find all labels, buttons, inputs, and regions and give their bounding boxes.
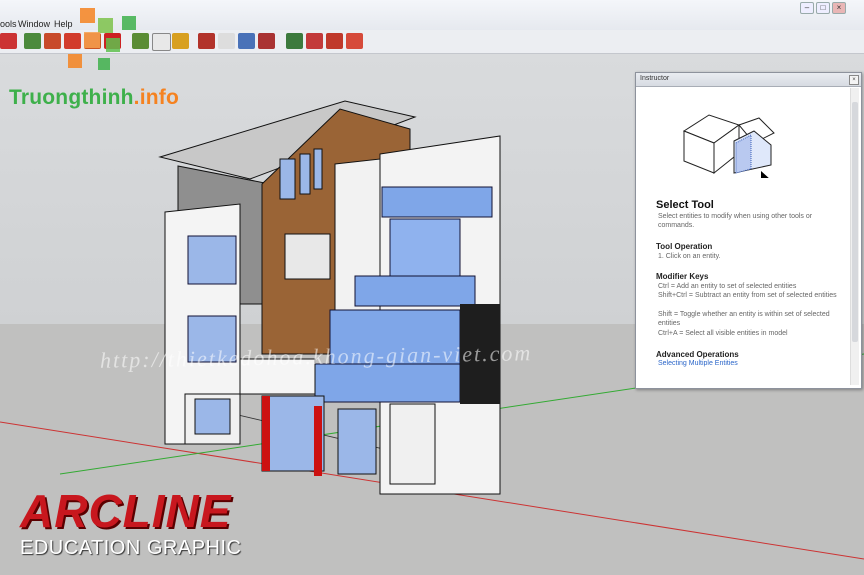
next-view-icon[interactable] bbox=[306, 33, 323, 49]
tool-title: Select Tool bbox=[656, 199, 714, 211]
zoom-extents-icon[interactable] bbox=[258, 33, 275, 49]
glass-balcony-mid bbox=[354, 275, 476, 307]
close-button[interactable]: × bbox=[832, 2, 846, 14]
instructor-close-button[interactable]: × bbox=[849, 75, 859, 85]
pan-icon[interactable] bbox=[218, 33, 235, 49]
orbit-icon[interactable] bbox=[0, 33, 17, 49]
red-column-left bbox=[262, 396, 270, 471]
modifier-keys-heading: Modifier Keys bbox=[656, 272, 709, 281]
ground-right-window bbox=[337, 408, 377, 475]
text-icon[interactable] bbox=[152, 33, 171, 51]
instructor-content: Select Tool Select entities to modify wh… bbox=[639, 88, 848, 385]
instructor-titlebar: Instructor × bbox=[636, 73, 861, 87]
slit-window-3 bbox=[313, 148, 323, 190]
arcline-title: ARCLINE bbox=[20, 485, 232, 537]
zoom-icon[interactable] bbox=[238, 33, 255, 49]
select-tool-illustration-icon bbox=[682, 114, 775, 178]
tool-description: Select entities to modify when using oth… bbox=[658, 213, 813, 229]
arcline-subtitle: EDUCATION GRAPHIC bbox=[20, 537, 242, 559]
advanced-operations-heading: Advanced Operations bbox=[656, 350, 739, 359]
maximize-button[interactable]: □ bbox=[816, 2, 830, 14]
glass-railing-low bbox=[314, 363, 461, 403]
menu-window[interactable]: Window bbox=[18, 19, 50, 29]
instructor-panel: Instructor × Select Tool Select entities… bbox=[635, 72, 862, 389]
minimize-button[interactable]: – bbox=[800, 2, 814, 14]
truongthinh-logo-text: Truongthinh.info bbox=[9, 86, 179, 109]
previous-view-icon[interactable] bbox=[286, 33, 303, 49]
ground-right-wall bbox=[389, 403, 436, 485]
red-column-right bbox=[314, 406, 322, 476]
instructor-title: Instructor bbox=[640, 75, 670, 82]
menu-tools[interactable]: ools bbox=[0, 19, 17, 29]
paint-bucket-icon[interactable] bbox=[172, 33, 189, 49]
glass-window-upper bbox=[389, 218, 461, 280]
wood-window bbox=[284, 233, 331, 280]
slit-window-1 bbox=[279, 158, 296, 200]
truongthinh-logo-icon bbox=[68, 8, 136, 70]
left-window-upper bbox=[187, 235, 237, 285]
push-pull-icon[interactable] bbox=[24, 33, 41, 49]
modifier-line: Shift+Ctrl = Subtract an entity from set… bbox=[658, 292, 837, 299]
modifier-line: Shift = Toggle whether an entity is with… bbox=[658, 311, 830, 327]
get-models-icon[interactable] bbox=[346, 33, 363, 49]
rotate-icon[interactable] bbox=[44, 33, 61, 49]
orbit-view-icon[interactable] bbox=[198, 33, 215, 49]
modifier-line: Ctrl = Add an entity to set of selected … bbox=[658, 283, 797, 290]
selecting-multiple-link[interactable]: Selecting Multiple Entities bbox=[658, 360, 738, 367]
tool-operation-heading: Tool Operation bbox=[656, 242, 713, 251]
modifier-line: Ctrl+A = Select all visible entities in … bbox=[658, 330, 788, 337]
add-location-icon[interactable] bbox=[326, 33, 343, 49]
ground-left-window bbox=[194, 398, 231, 435]
instructor-scrollbar[interactable] bbox=[850, 88, 859, 385]
tool-operation-step: 1. Click on an entity. bbox=[658, 253, 721, 260]
glass-railing-top bbox=[381, 186, 493, 218]
slit-window-2 bbox=[299, 153, 311, 195]
